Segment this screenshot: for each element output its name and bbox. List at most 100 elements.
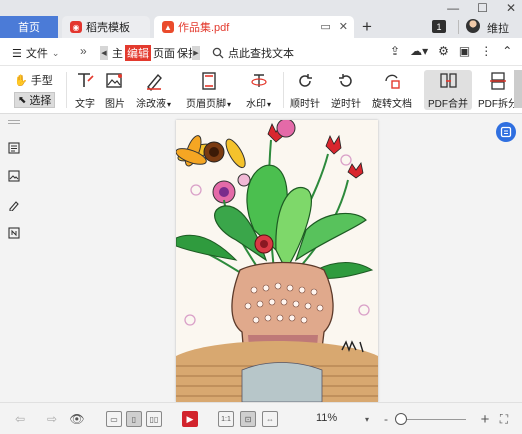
zoom-in-button[interactable]: + — [478, 411, 492, 428]
file-menu[interactable]: ☰ 文件 ⌄ — [12, 45, 59, 61]
tab-home-ribbon[interactable]: 主 — [112, 45, 123, 61]
toolbar: ✋ 手型 ⬉ 选择 文字 图片 涂改液 页眉页脚 水印 — [0, 66, 522, 114]
cloud-icon[interactable]: ☁▾ — [410, 44, 428, 58]
image-edit-button[interactable]: 图片 — [104, 70, 126, 110]
zoom-dropdown-icon[interactable]: ▾ — [362, 411, 372, 427]
panel-grip-icon[interactable] — [8, 120, 20, 124]
header-footer-label: 页眉页脚 — [186, 95, 231, 110]
tab-template[interactable]: ◉ 稻壳模板 — [62, 16, 150, 38]
hand-icon: ✋ — [14, 74, 28, 87]
signature-icon[interactable] — [8, 199, 20, 211]
correction-pen-button[interactable]: 涂改液 — [136, 70, 171, 110]
settings-icon[interactable]: ⚙ — [438, 44, 449, 58]
select-tool-button[interactable]: ⬉ 选择 — [14, 92, 56, 108]
bookmark-icon[interactable] — [8, 142, 20, 154]
more-menus-button[interactable]: » — [80, 44, 87, 58]
watermark-label: 水印 — [246, 95, 271, 110]
menu-bar: ☰ 文件 ⌄ » ◀ 主 编辑 页面 保护 ▶ 点此查找文本 ⇪ ☁▾ ⚙ ▣ … — [0, 38, 522, 66]
comment-icon[interactable]: ▣ — [459, 44, 470, 58]
ribbon-tabs: 主 编辑 页面 保护 — [112, 45, 199, 61]
left-panel — [0, 114, 26, 402]
text-edit-icon — [74, 70, 96, 92]
actual-size-icon[interactable]: 1:1 — [218, 411, 234, 427]
watermark-button[interactable]: 水印 — [246, 70, 271, 110]
rotate-counterclockwise-label: 逆时针 — [331, 99, 361, 110]
flower-vase-drawing — [176, 120, 378, 402]
pdf-merge-button[interactable]: PDF合并 — [424, 70, 472, 110]
share-icon[interactable]: ⇪ — [390, 44, 400, 58]
close-window-button[interactable]: ✕ — [506, 0, 516, 16]
fit-page-icon[interactable]: ⊡ — [240, 411, 256, 427]
pdf-merge-label: PDF合并 — [428, 99, 468, 110]
rotate-document-button[interactable]: 旋转文档 — [372, 70, 412, 110]
maximize-button[interactable]: ☐ — [477, 0, 488, 16]
text-edit-label: 文字 — [75, 99, 95, 110]
avatar[interactable] — [466, 19, 480, 33]
next-page-icon[interactable]: ⇨ — [44, 411, 60, 427]
app-switch-icon — [500, 126, 512, 138]
menu-right-actions: ⇪ ☁▾ ⚙ ▣ ⋮ ⌃ — [390, 44, 512, 58]
watermark-icon — [248, 70, 270, 92]
rotate-counterclockwise-button[interactable]: 逆时针 — [331, 70, 361, 110]
attachment-icon[interactable] — [8, 227, 20, 239]
zoom-level[interactable]: 11% — [316, 412, 337, 424]
wps-logo-icon: ◉ — [70, 21, 82, 33]
rotate-ccw-icon — [335, 70, 357, 92]
tab-page[interactable]: 页面 — [153, 45, 175, 61]
collapse-icon[interactable]: ⌃ — [502, 44, 512, 58]
zoom-slider-knob[interactable] — [395, 413, 407, 425]
header-footer-button[interactable]: 页眉页脚 — [186, 70, 231, 110]
image-edit-label: 图片 — [105, 99, 125, 110]
tab-home-label: 首页 — [18, 22, 40, 34]
two-page-view-icon[interactable]: ▯▯ — [146, 411, 162, 427]
title-divider — [458, 20, 459, 34]
minimize-button[interactable]: — — [447, 0, 459, 16]
tab-home[interactable]: 首页 — [0, 16, 58, 38]
image-panel-icon[interactable] — [8, 170, 20, 182]
zoom-slider-track[interactable] — [398, 419, 466, 420]
pdf-split-label: PDF拆分 — [478, 99, 518, 110]
correction-pen-icon — [143, 70, 165, 92]
find-text-button[interactable]: 点此查找文本 — [212, 45, 294, 61]
hand-tool-label: 手型 — [30, 75, 53, 87]
image-edit-icon — [104, 70, 126, 92]
prev-page-icon[interactable]: ⇦ — [12, 411, 28, 427]
close-tab-icon[interactable]: ✕ — [339, 20, 348, 33]
select-tool-label: 选择 — [29, 95, 52, 107]
fullscreen-icon[interactable]: ⛶ — [496, 411, 512, 427]
rotate-clockwise-label: 顺时针 — [290, 99, 320, 110]
document-viewer[interactable] — [26, 114, 522, 402]
more-icon[interactable]: ⋮ — [480, 44, 492, 58]
zoom-out-button[interactable]: - — [380, 411, 392, 427]
hand-tool-button[interactable]: ✋ 手型 — [14, 72, 53, 88]
pdf-page-drawing — [176, 120, 378, 402]
rotate-document-label: 旋转文档 — [372, 99, 412, 110]
pdf-split-button[interactable]: PDF拆分 — [478, 70, 518, 110]
file-menu-label: 文件 — [25, 48, 48, 60]
correction-pen-label: 涂改液 — [136, 95, 171, 110]
toolbar-divider — [66, 72, 67, 108]
status-bar: ⇦ ⇨ 👁 ▭ ▯ ▯▯ ▶ 1:1 ⊡ ⇔ 11% ▾ - + ⛶ — [0, 402, 522, 434]
toolbar-scroll-handle[interactable] — [514, 70, 522, 108]
ribbon-scroll-right-button[interactable]: ▶ — [192, 46, 200, 60]
new-tab-button[interactable]: + — [362, 16, 372, 38]
continuous-view-icon[interactable]: ▯ — [126, 411, 142, 427]
tab-pdf-document[interactable]: ▲ 作品集.pdf ▭ ✕ — [154, 16, 354, 38]
floating-assistant-button[interactable] — [496, 122, 516, 142]
eye-icon[interactable]: 👁 — [68, 411, 86, 427]
window-count-badge[interactable]: 1 — [432, 20, 446, 33]
user-name[interactable]: 维拉 — [487, 20, 509, 36]
window-controls: — ☐ ✕ — [447, 0, 516, 16]
header-footer-icon — [198, 70, 220, 92]
play-icon[interactable]: ▶ — [182, 411, 198, 427]
single-page-view-icon[interactable]: ▭ — [106, 411, 122, 427]
rotate-clockwise-button[interactable]: 顺时针 — [290, 70, 320, 110]
pin-window-icon[interactable]: ▭ — [320, 20, 330, 33]
search-icon — [212, 47, 224, 59]
cursor-icon: ⬉ — [18, 94, 27, 106]
tab-edit[interactable]: 编辑 — [125, 45, 151, 61]
text-edit-button[interactable]: 文字 — [74, 70, 96, 110]
ribbon-scroll-left-button[interactable]: ◀ — [100, 46, 108, 60]
rotate-doc-icon — [381, 70, 403, 92]
fit-width-icon[interactable]: ⇔ — [262, 411, 278, 427]
